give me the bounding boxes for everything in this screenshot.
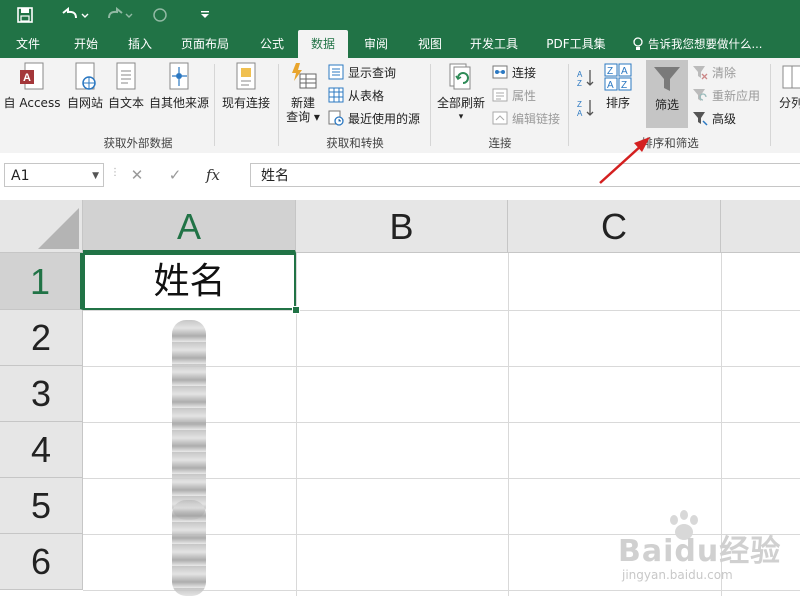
watermark-url: jingyan.baidu.com (622, 568, 733, 582)
baidu-watermark: Baidu经验 jingyan.baidu.com (600, 508, 800, 596)
watermark-text: Baidu经验 (618, 534, 782, 569)
annotation-arrow (599, 137, 650, 184)
